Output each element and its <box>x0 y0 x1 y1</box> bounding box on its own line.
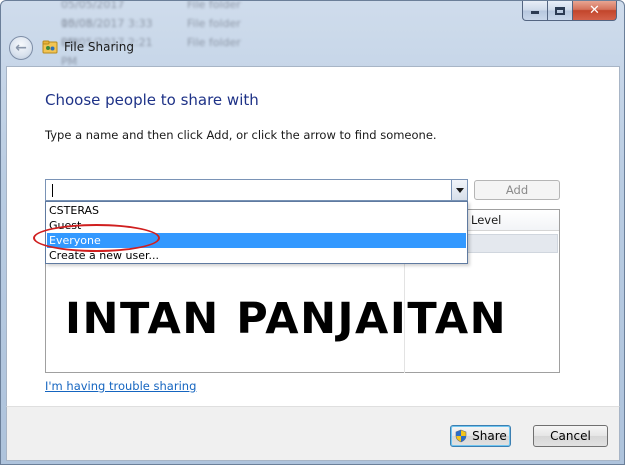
caption-buttons: ✕ <box>522 1 617 21</box>
red-annotation-ellipse <box>33 224 160 252</box>
minimize-icon <box>523 3 547 17</box>
add-button[interactable]: Add <box>474 180 560 200</box>
share-button[interactable]: Share <box>450 425 511 447</box>
dropdown-item-csteras[interactable]: CSTERAS <box>47 203 466 218</box>
ghost-row: 05/05/2017 10:08 ... File folder <box>61 0 241 30</box>
chevron-down-icon <box>455 187 464 193</box>
file-sharing-icon <box>42 40 58 54</box>
name-combobox[interactable] <box>45 179 468 201</box>
window-title: File Sharing <box>64 40 134 54</box>
ghost-row: 05/05/2017 3:33 PM File folder <box>61 17 241 49</box>
page-heading: Choose people to share with <box>45 91 259 109</box>
maximize-button[interactable] <box>548 1 573 21</box>
back-button[interactable]: ← <box>9 36 33 60</box>
dialog-footer: Share Cancel <box>6 406 620 461</box>
close-icon: ✕ <box>589 3 600 18</box>
text-caret <box>52 184 53 197</box>
share-label: Share <box>472 429 507 443</box>
level-column-header[interactable]: Level <box>471 213 501 227</box>
trouble-sharing-link[interactable]: I'm having trouble sharing <box>45 379 196 393</box>
minimize-button[interactable] <box>522 1 548 21</box>
maximize-icon <box>548 3 572 18</box>
uac-shield-icon <box>455 429 467 443</box>
back-arrow-icon: ← <box>15 40 27 56</box>
dropdown-arrow-button[interactable] <box>451 180 467 200</box>
cancel-button[interactable]: Cancel <box>533 425 608 447</box>
instruction-text: Type a name and then click Add, or click… <box>45 128 437 142</box>
watermark-text: INTAN PANJAITAN <box>65 294 508 344</box>
sharing-content-pane: Choose people to share with Type a name … <box>6 66 620 406</box>
close-button[interactable]: ✕ <box>573 1 617 21</box>
file-sharing-window: 05/05/2017 10:08 ... File folder 05/05/20… <box>0 0 625 465</box>
